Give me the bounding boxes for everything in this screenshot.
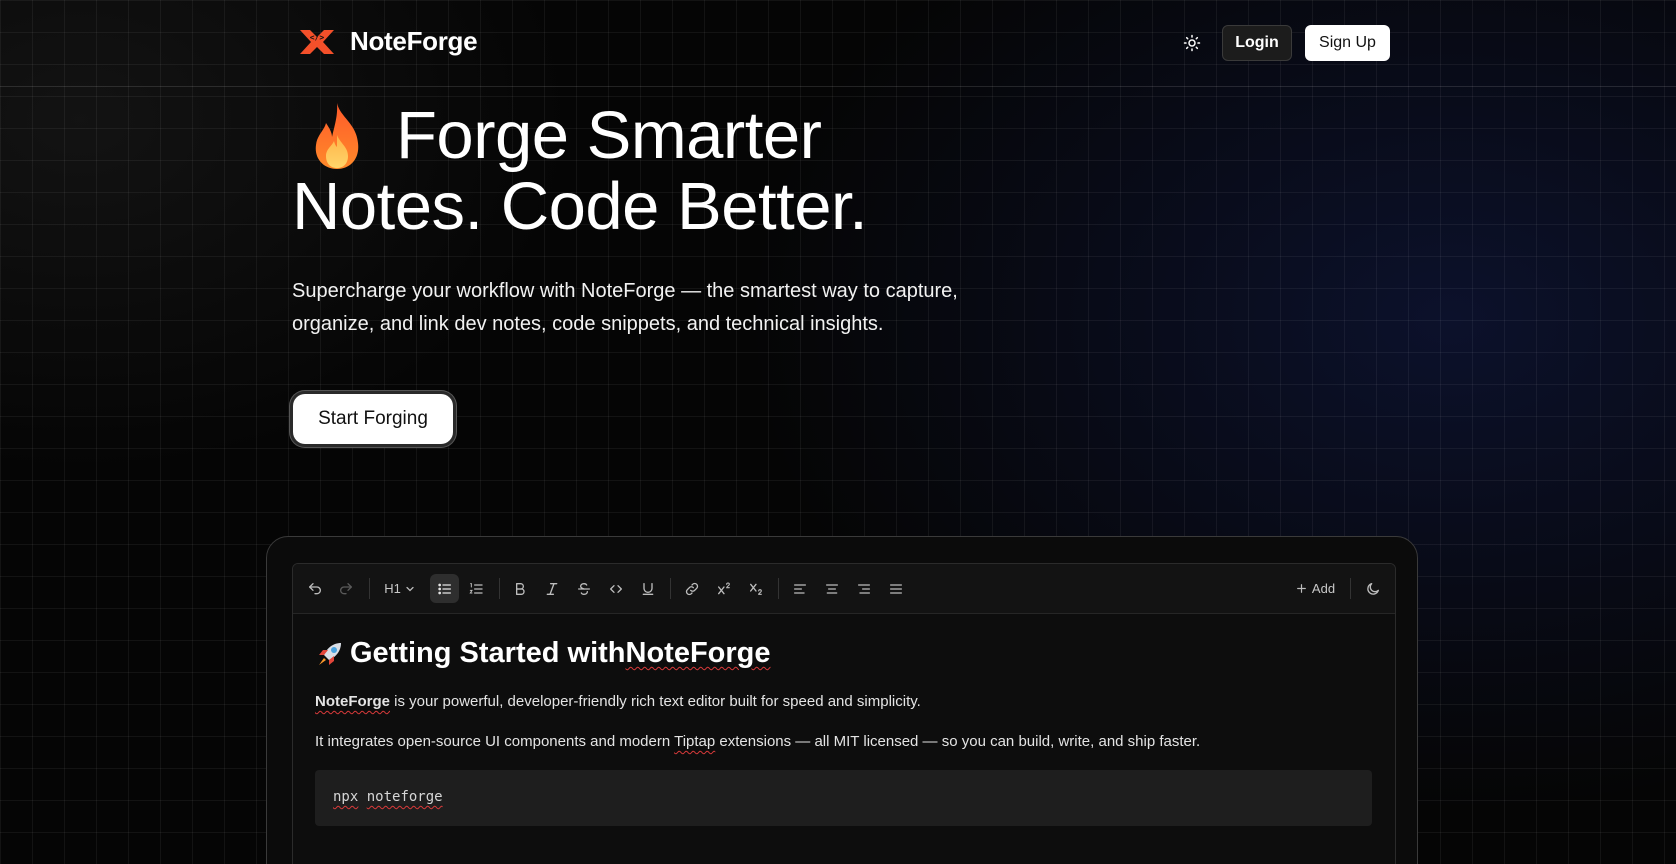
add-button[interactable]: Add (1290, 574, 1340, 603)
undo-button[interactable] (301, 574, 329, 603)
toolbar-divider (499, 578, 500, 599)
site-header: </> NoteForge Login Sign Up (0, 0, 1676, 87)
align-right-button[interactable] (850, 574, 878, 603)
brand-logo[interactable]: </> NoteForge (298, 26, 478, 57)
link-icon (685, 582, 699, 595)
integration-misspelled-word: Tiptap (674, 733, 716, 750)
integration-paragraph: It integrates open-source UI components … (315, 733, 1200, 750)
hero-title-line2: Notes. Code Better. (292, 169, 868, 244)
dark-mode-button[interactable] (1359, 574, 1387, 603)
link-button[interactable] (678, 574, 706, 603)
superscript-icon (718, 582, 730, 594)
subscript-icon (750, 583, 762, 595)
chevron-down-icon (406, 586, 414, 591)
align-left-button[interactable] (786, 574, 814, 603)
code-button[interactable] (602, 574, 630, 603)
theme-toggle-button[interactable] (1180, 31, 1204, 55)
align-left-icon (794, 583, 806, 594)
intro-paragraph: NoteForge is your powerful, developer-fr… (315, 693, 921, 710)
superscript-button[interactable] (710, 574, 738, 603)
add-label: Add (1311, 581, 1336, 596)
bullet-list-icon (437, 583, 451, 594)
strikethrough-icon (578, 582, 590, 595)
intro-text: is your powerful, developer-friendly ric… (390, 693, 921, 710)
underline-icon (642, 582, 654, 595)
code-argument: noteforge (366, 789, 443, 805)
align-justify-button[interactable] (882, 574, 910, 603)
document-title: Getting Started with NoteForge (315, 637, 771, 670)
plus-icon (1297, 584, 1306, 593)
login-button[interactable]: Login (1222, 25, 1292, 61)
align-center-icon (826, 583, 838, 594)
hero-subtitle: Supercharge your workflow with NoteForge… (292, 275, 1012, 341)
subscript-button[interactable] (742, 574, 770, 603)
ordered-list-button[interactable] (462, 574, 490, 603)
italic-icon (546, 582, 558, 595)
rocket-icon (319, 642, 341, 665)
code-line: npx noteforge (333, 789, 443, 805)
fire-icon (315, 102, 359, 169)
toolbar-divider (369, 578, 370, 599)
hero-subtitle-line1: Supercharge your workflow with NoteForge… (292, 280, 958, 302)
integration-text-after: extensions — all MIT licensed — so you c… (715, 733, 1201, 750)
italic-button[interactable] (538, 574, 566, 603)
brand-name: NoteForge (350, 26, 478, 56)
align-right-icon (858, 583, 870, 594)
document-title-text: Getting Started with (350, 637, 626, 669)
sun-icon (1183, 34, 1201, 52)
code-icon (610, 584, 622, 593)
intro-brand-bold: NoteForge (315, 693, 390, 710)
heading-select-value: H1 (384, 581, 401, 596)
redo-button[interactable] (332, 574, 360, 603)
undo-icon (309, 582, 321, 594)
bold-button[interactable] (506, 574, 534, 603)
document-title-brand: NoteForge (625, 637, 771, 669)
underline-button[interactable] (634, 574, 662, 603)
bold-icon (516, 582, 525, 595)
rich-text-editor: H1 Add Getting Started with NoteForge No… (292, 563, 1396, 864)
toolbar-divider (670, 578, 671, 599)
redo-icon (340, 582, 352, 594)
toolbar-divider (778, 578, 779, 599)
hero-title-line1: Forge Smarter (292, 100, 1052, 171)
align-center-button[interactable] (818, 574, 846, 603)
code-block[interactable]: npx noteforge (315, 770, 1372, 826)
svg-text:</>: </> (310, 33, 325, 42)
strikethrough-button[interactable] (570, 574, 598, 603)
hero-title: Forge Smarter Notes. Code Better. (292, 100, 1052, 242)
moon-icon (1367, 582, 1379, 595)
integration-text-before: It integrates open-source UI components … (315, 733, 675, 750)
code-anvil-icon: </> (300, 29, 334, 54)
editor-toolbar: H1 Add (293, 564, 1395, 614)
code-command: npx (333, 789, 359, 805)
start-forging-button[interactable]: Start Forging (293, 394, 453, 444)
align-justify-icon (890, 583, 902, 594)
hero-title-text1: Forge Smarter (396, 98, 822, 173)
toolbar-divider (1350, 578, 1351, 599)
hero-subtitle-line2: organize, and link dev notes, code snipp… (292, 313, 884, 335)
landing-page: </> NoteForge Login Sign Up Forge Smarte… (0, 0, 1676, 864)
bullet-list-button[interactable] (430, 574, 459, 603)
heading-select[interactable]: H1 (379, 574, 421, 603)
signup-button[interactable]: Sign Up (1305, 25, 1390, 61)
ordered-list-icon (469, 582, 483, 594)
